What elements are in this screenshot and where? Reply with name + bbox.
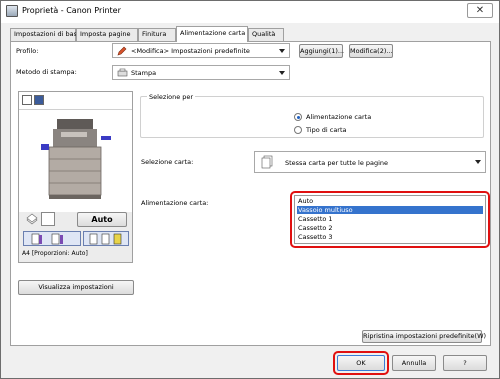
printer-illustration: [41, 119, 111, 199]
profile-value: <Modifica> Impostazioni predefinite: [131, 47, 250, 55]
cancel-button[interactable]: Annulla: [392, 355, 436, 371]
paper-tray-icon: [41, 212, 55, 226]
printer-preview-panel: Auto A4 [Proporzioni: Auto]: [18, 91, 133, 263]
printer-properties-dialog: Proprietà - Canon Printer ✕ Impostazioni…: [0, 0, 500, 379]
paper-selection-label: Selezione carta:: [141, 158, 194, 166]
dialog-footer: OK Annulla ?: [1, 349, 499, 378]
tab-quality[interactable]: Qualità: [248, 28, 284, 41]
radio-paper-source-label: Alimentazione carta: [306, 113, 372, 121]
preview-controls: Auto A4 [Proporzioni: Auto]: [19, 212, 132, 262]
tray-icons: [89, 233, 122, 245]
paper-selection-dropdown[interactable]: Stessa carta per tutte le pagine: [254, 151, 486, 173]
paper-stack-icon: [26, 213, 38, 225]
profile-dropdown[interactable]: <Modifica> Impostazioni predefinite: [112, 43, 290, 58]
view-settings-button[interactable]: Visualizza impostazioni: [18, 280, 134, 295]
tray-icons: [31, 233, 63, 245]
tray-buttons-right: [83, 231, 129, 246]
paper-info: A4 [Proporzioni: Auto]: [22, 250, 88, 257]
radio-paper-type[interactable]: [294, 126, 302, 134]
help-button[interactable]: ?: [443, 355, 487, 371]
printer-icon: [117, 68, 128, 77]
tab-page-setup[interactable]: Imposta pagine: [76, 28, 138, 41]
tab-finishing[interactable]: Finitura: [138, 28, 176, 41]
window-title: Proprietà - Canon Printer: [22, 6, 121, 15]
print-method-label: Metodo di stampa:: [16, 68, 77, 76]
edit-profile-button[interactable]: Modifica(2)...: [349, 44, 393, 58]
ok-highlight: [333, 351, 389, 375]
select-by-legend: Selezione per: [147, 93, 196, 101]
title-bar: Proprietà - Canon Printer ✕: [1, 1, 499, 23]
view-page-icon[interactable]: [22, 95, 32, 105]
profile-label: Profilo:: [16, 47, 39, 55]
pages-icon: [261, 155, 273, 169]
print-method-value: Stampa: [131, 69, 157, 77]
close-button[interactable]: ✕: [467, 3, 493, 18]
preview-header: [19, 92, 132, 110]
chevron-down-icon: [475, 160, 481, 164]
tab-paper-source[interactable]: Alimentazione carta: [176, 26, 248, 42]
paper-selection-value: Stessa carta per tutte le pagine: [285, 159, 389, 167]
paper-source-label: Alimentazione carta:: [141, 199, 209, 207]
auto-button[interactable]: Auto: [77, 212, 127, 227]
add-profile-button[interactable]: Aggiungi(1)...: [299, 44, 344, 58]
chevron-down-icon: [279, 49, 285, 53]
chevron-down-icon: [279, 71, 285, 75]
printer-icon: [6, 5, 18, 17]
radio-paper-source[interactable]: [294, 113, 302, 121]
tray-buttons-left: [23, 231, 81, 246]
pencil-icon: [117, 46, 127, 56]
tab-basic-settings[interactable]: Impostazioni di base: [10, 28, 81, 41]
radio-paper-type-label: Tipo di carta: [306, 126, 347, 134]
print-method-dropdown[interactable]: Stampa: [112, 65, 290, 80]
restore-defaults-button[interactable]: Ripristina impostazioni predefinite(W): [362, 330, 486, 343]
view-printer-icon[interactable]: [34, 95, 44, 105]
paper-source-highlight: [290, 191, 490, 248]
